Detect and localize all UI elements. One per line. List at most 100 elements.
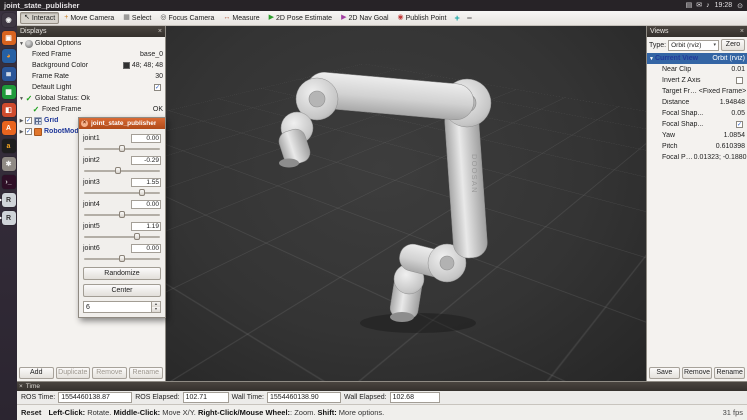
add-tool-button[interactable]: + (452, 13, 463, 23)
close-icon[interactable]: × (81, 120, 88, 127)
view-prop-value[interactable]: Orbit (rviz) (712, 55, 747, 62)
tool-interact[interactable]: ↖Interact (20, 12, 59, 24)
view-prop-row[interactable]: Focal Point0.01323; -0.1880... (647, 152, 747, 163)
view-prop-row[interactable]: Near Clip0.01 (647, 64, 747, 75)
launcher-item-files[interactable]: ▣ (2, 31, 16, 45)
launcher-item-software-center[interactable]: A (2, 121, 16, 135)
view-prop-row[interactable]: Invert Z Axis (647, 75, 747, 86)
time-field-value[interactable]: 1554460138.87 (58, 392, 132, 403)
view-prop-value[interactable]: ✓ (736, 121, 747, 128)
slider-handle[interactable] (119, 211, 125, 218)
randomize-button[interactable]: Randomize (83, 267, 161, 280)
view-prop-value[interactable]: 0.01 (731, 66, 747, 73)
display-row[interactable]: Frame Rate30 (17, 71, 165, 82)
view-prop-row[interactable]: Distance1.94848 (647, 97, 747, 108)
expand-arrow-icon[interactable]: ▶ (18, 118, 25, 124)
time-field-value[interactable]: 1554460138.90 (267, 392, 341, 403)
display-value[interactable]: OK (153, 106, 165, 113)
value-checkbox[interactable] (736, 77, 743, 84)
launcher-item-amazon[interactable]: a (2, 139, 16, 153)
tool-publish-point[interactable]: ◉Publish Point (394, 12, 451, 24)
dialog-title-bar[interactable]: × joint_state_publisher (79, 118, 165, 129)
tool-measure[interactable]: ↔Measure (219, 12, 263, 24)
joint-slider[interactable] (83, 210, 161, 219)
spinner-arrows[interactable]: ▲▼ (151, 302, 160, 312)
launcher-item-libreoffice-calc[interactable]: ▦ (2, 85, 16, 99)
display-value[interactable]: 48; 48; 48 (123, 62, 165, 69)
time-field-value[interactable]: 102.68 (390, 392, 440, 403)
view-prop-row[interactable]: Focal Shap...✓ (647, 119, 747, 130)
joint-value-input[interactable]: 1.55 (131, 178, 161, 187)
display-row[interactable]: Fixed Framebase_0 (17, 49, 165, 60)
views-save-button[interactable]: Save (649, 367, 680, 379)
joint-value-input[interactable]: 1.19 (131, 222, 161, 231)
tool-2d-nav-goal[interactable]: ▶2D Nav Goal (337, 12, 392, 24)
slider-handle[interactable] (139, 189, 145, 196)
time-field-value[interactable]: 102.71 (183, 392, 229, 403)
joint-value-input[interactable]: -0.29 (131, 156, 161, 165)
view-prop-row[interactable]: Pitch0.610398 (647, 141, 747, 152)
close-icon[interactable]: × (19, 383, 23, 390)
view-type-select[interactable]: Orbit (rviz) ▾ (668, 40, 719, 51)
launcher-item-terminal[interactable]: ›_ (2, 175, 16, 189)
expand-arrow-icon[interactable]: ▼ (18, 96, 25, 102)
launcher-item-firefox[interactable]: ◕ (2, 49, 16, 63)
view-prop-value[interactable] (736, 77, 747, 84)
display-row[interactable]: Background Color48; 48; 48 (17, 60, 165, 71)
view-prop-row[interactable]: Yaw1.0854 (647, 130, 747, 141)
launcher-item-dash[interactable]: ◉ (2, 13, 16, 27)
joint-value-input[interactable]: 0.00 (131, 134, 161, 143)
expand-arrow-icon[interactable]: ▼ (648, 56, 655, 62)
value-checkbox[interactable]: ✓ (736, 121, 743, 128)
display-value[interactable]: 30 (155, 73, 165, 80)
joint-value-input[interactable]: 0.00 (131, 244, 161, 253)
launcher-item-libreoffice-writer[interactable]: ≣ (2, 67, 16, 81)
launcher-item-rviz-1[interactable]: R (2, 193, 16, 207)
joint-slider[interactable] (83, 144, 161, 153)
views-panel-header[interactable]: Views × (647, 26, 747, 37)
reset-button[interactable]: Reset (21, 408, 41, 417)
joint-slider[interactable] (83, 166, 161, 175)
display-row[interactable]: Default Light✓ (17, 82, 165, 93)
tool-select[interactable]: ▦Select (119, 12, 155, 24)
joint-value-input[interactable]: 0.00 (131, 200, 161, 209)
session-menu-icon[interactable]: ⊙ (737, 2, 743, 10)
zero-button[interactable]: Zero (721, 39, 745, 51)
tool-move-camera[interactable]: +Move Camera (60, 12, 118, 24)
close-icon[interactable]: × (158, 27, 162, 37)
enable-checkbox[interactable]: ✓ (25, 128, 32, 135)
time-panel-header[interactable]: × Time (17, 382, 747, 391)
display-row[interactable]: ✓Fixed FrameOK (17, 104, 165, 115)
display-value[interactable]: ✓ (154, 84, 165, 91)
view-prop-value[interactable]: 0.610398 (716, 143, 747, 150)
keyboard-indicator-icon[interactable]: ▤ (686, 1, 693, 11)
expand-arrow-icon[interactable]: ▼ (18, 41, 25, 47)
views-remove-button[interactable]: Remove (682, 367, 713, 379)
joint-slider[interactable] (83, 188, 161, 197)
view-prop-value[interactable]: <Fixed Frame> (699, 88, 747, 95)
view-prop-value[interactable]: 1.0854 (724, 132, 747, 139)
launcher-item-libreoffice-impress[interactable]: ◧ (2, 103, 16, 117)
sound-indicator-icon[interactable]: ♪ (706, 1, 710, 11)
expand-arrow-icon[interactable]: ▶ (18, 129, 25, 135)
launcher-item-rviz-2[interactable]: R (2, 211, 16, 225)
joint-slider[interactable] (83, 232, 161, 241)
center-button[interactable]: Center (83, 284, 161, 297)
view-prop-row[interactable]: Focal Shap...0.05 (647, 108, 747, 119)
tool-focus-camera[interactable]: ◎Focus Camera (156, 12, 218, 24)
value-checkbox[interactable]: ✓ (154, 84, 161, 91)
views-rename-button[interactable]: Rename (714, 367, 745, 379)
view-prop-row[interactable]: ▼Current ViewOrbit (rviz) (647, 53, 747, 64)
displays-panel-header[interactable]: Displays × (17, 26, 165, 37)
slider-handle[interactable] (119, 145, 125, 152)
clock-label[interactable]: 19:28 (715, 2, 733, 9)
enable-checkbox[interactable]: ✓ (25, 117, 32, 124)
slider-handle[interactable] (134, 233, 140, 240)
view-prop-value[interactable]: 1.94848 (720, 99, 747, 106)
launcher-item-system-settings[interactable]: ✱ (2, 157, 16, 171)
close-icon[interactable]: × (740, 27, 744, 37)
remove-tool-button[interactable]: − (464, 13, 475, 23)
tool-2d-pose-estimate[interactable]: ▶2D Pose Estimate (265, 12, 336, 24)
joint-slider[interactable] (83, 254, 161, 263)
slider-handle[interactable] (115, 167, 121, 174)
